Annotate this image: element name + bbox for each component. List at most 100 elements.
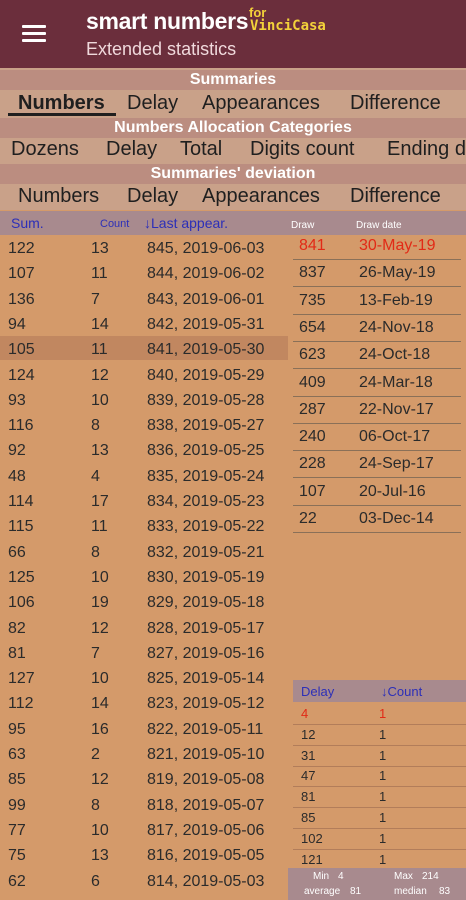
draw-cell: 837 [299,264,326,282]
table-row[interactable]: 125 10 830, 2019-05-19 [0,564,288,588]
sum-cell: 106 [8,594,35,612]
count-cell: 7 [91,290,100,308]
draw-cell: 22 [299,510,317,527]
tab-allocation-delay[interactable]: Delay [106,136,157,163]
summaries-title: Summaries [0,70,466,90]
allocation-tabs: Dozens Delay Total Digits count Ending d [0,136,466,163]
table-row[interactable]: 85 12 819, 2019-05-08 [0,766,288,790]
table-row[interactable]: 105 11 841, 2019-05-30 [0,336,288,361]
draw-row: 409 24-Mar-18 [293,370,461,397]
table-row[interactable]: 127 10 825, 2019-05-14 [0,665,288,689]
count-cell: 6 [91,872,100,890]
table-row[interactable]: 106 19 829, 2019-05-18 [0,589,288,613]
table-row[interactable]: 94 14 842, 2019-05-31 [0,311,288,335]
count-cell: 12 [91,366,109,384]
tab-allocation-digits-count[interactable]: Digits count [250,136,355,163]
deviation-tabs: Numbers Delay Appearances Difference [0,183,466,210]
sum-cell: 93 [8,391,26,409]
table-row[interactable]: 115 11 833, 2019-05-22 [0,513,288,537]
draw-date-cell: 06-Oct-17 [359,428,431,446]
table-row[interactable]: 75 13 816, 2019-05-05 [0,842,288,866]
count-column-header[interactable]: Count [100,218,129,230]
last-appear-column-header[interactable]: ↓Last appear. [144,215,228,231]
table-row[interactable]: 124 12 840, 2019-05-29 [0,362,288,386]
count-cell: 12 [91,771,109,789]
draw-row: 107 20-Jul-16 [293,479,461,506]
table-row[interactable]: 116 8 838, 2019-05-27 [0,412,288,436]
sum-cell: 107 [8,265,35,283]
count-cell: 14 [91,695,109,713]
sum-cell: 116 [8,417,34,435]
median-value: 83 [439,886,451,897]
draw-cell: 240 [299,428,326,446]
table-row[interactable]: 95 16 822, 2019-05-11 [0,716,288,740]
table-row[interactable]: 107 11 844, 2019-06-02 [0,260,288,284]
last-appear-cell: 835, 2019-05-24 [147,467,265,485]
delay-count-cell: 1 [379,789,387,805]
tab-summaries-appearances[interactable]: Appearances [202,90,320,117]
table-row[interactable]: 112 14 823, 2019-05-12 [0,690,288,714]
tab-allocation-ending[interactable]: Ending d [387,136,466,163]
sum-cell: 85 [8,771,26,789]
last-appear-cell: 823, 2019-05-12 [147,695,265,713]
tab-deviation-difference[interactable]: Difference [350,183,441,210]
delay-cell: 102 [301,830,323,846]
delay-count-cell: 1 [379,747,387,763]
table-row[interactable]: 122 13 845, 2019-06-03 [0,235,288,259]
sum-cell: 122 [8,240,35,257]
delay-row: 47 1 [293,765,466,788]
tab-deviation-delay[interactable]: Delay [127,183,178,210]
draw-date-cell: 03-Dec-14 [359,510,434,527]
average-value: 81 [350,886,362,897]
tab-summaries-difference[interactable]: Difference [350,90,441,117]
draw-date-cell: 24-Sep-17 [359,455,434,473]
draw-row: 735 13-Feb-19 [293,288,461,315]
sum-cell: 77 [8,821,26,839]
sum-column-header[interactable]: Sum. [11,215,44,231]
table-row[interactable]: 81 7 827, 2019-05-16 [0,640,288,664]
table-row[interactable]: 136 7 843, 2019-06-01 [0,286,288,310]
count-cell: 8 [91,417,100,435]
table-row[interactable]: 92 13 836, 2019-05-25 [0,437,288,461]
tab-allocation-dozens[interactable]: Dozens [11,136,79,163]
table-row[interactable]: 114 17 834, 2019-05-23 [0,488,288,512]
table-row[interactable]: 99 8 818, 2019-05-07 [0,792,288,816]
tab-deviation-appearances[interactable]: Appearances [202,183,320,210]
sum-cell: 99 [8,796,26,814]
menu-icon[interactable] [22,25,46,45]
draw-date-cell: 20-Jul-16 [359,482,426,500]
delay-count-cell: 1 [379,768,387,784]
count-cell: 14 [91,315,109,333]
last-appear-cell: 834, 2019-05-23 [147,493,265,510]
table-row[interactable]: 77 10 817, 2019-05-06 [0,817,288,841]
table-row[interactable]: 93 10 839, 2019-05-28 [0,387,288,411]
count-cell: 16 [91,720,109,738]
sum-cell: 66 [8,543,26,561]
delay-cell: 121 [301,851,323,867]
delay-column-header[interactable]: Delay [301,684,334,699]
draw-cell: 623 [299,346,326,364]
draw-row: 654 24-Nov-18 [293,315,461,342]
delay-row: 31 1 [293,745,466,767]
tab-allocation-total[interactable]: Total [180,136,222,163]
last-appear-cell: 841, 2019-05-30 [147,341,265,359]
delay-row: 12 1 [293,724,466,746]
sum-cell: 94 [8,315,26,333]
tab-summaries-delay[interactable]: Delay [127,90,178,117]
draw-row: 841 30-May-19 [293,233,461,260]
last-appear-cell: 822, 2019-05-11 [147,720,264,738]
last-appear-cell: 819, 2019-05-08 [147,771,265,789]
draw-date-column-header: Draw date [356,220,402,231]
table-row[interactable]: 62 6 814, 2019-05-03 [0,868,288,892]
last-appear-cell: 838, 2019-05-27 [147,417,265,435]
stats-footer: Min 4 Max 214 average 81 median 83 [288,868,466,900]
app-subtitle: Extended statistics [86,39,237,59]
sum-cell: 114 [8,493,34,510]
table-row[interactable]: 63 2 821, 2019-05-10 [0,741,288,765]
tab-deviation-numbers[interactable]: Numbers [18,183,99,210]
table-row[interactable]: 66 8 832, 2019-05-21 [0,539,288,563]
sum-cell: 124 [8,366,35,384]
delay-count-column-header[interactable]: ↓Count [381,684,422,699]
table-row[interactable]: 48 4 835, 2019-05-24 [0,463,288,487]
table-row[interactable]: 82 12 828, 2019-05-17 [0,615,288,639]
